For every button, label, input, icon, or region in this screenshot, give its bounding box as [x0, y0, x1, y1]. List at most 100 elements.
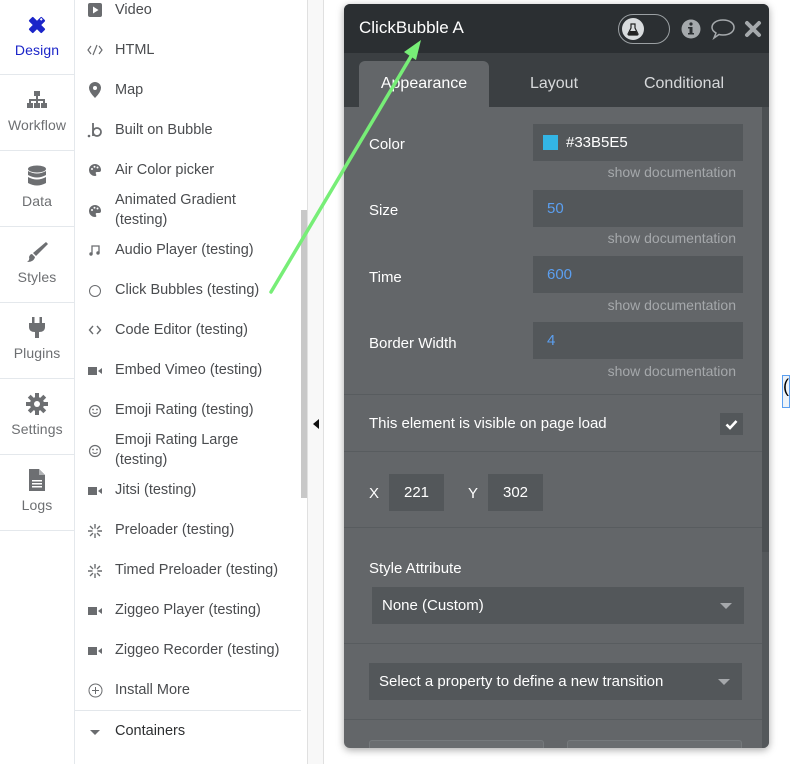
panel-gutter	[307, 0, 324, 764]
separator	[344, 643, 762, 644]
element-list: Video HTML Map Built on Bubble Air Color…	[75, 0, 307, 764]
time-label: Time	[369, 269, 402, 286]
flask-icon	[622, 18, 644, 40]
border-width-value: 4	[547, 332, 556, 349]
chevron-down-icon	[720, 603, 732, 609]
transition-property-dropdown[interactable]: Select a property to define a new transi…	[369, 663, 742, 700]
nav-design[interactable]: Design	[0, 0, 74, 75]
size-field[interactable]: 50	[533, 190, 743, 227]
nav-workflow[interactable]: Workflow	[0, 75, 74, 151]
list-divider	[75, 710, 301, 711]
visible-on-load-label: This element is visible on page load	[369, 415, 607, 432]
element-item-timed-preloader[interactable]: Timed Preloader (testing)	[75, 560, 301, 580]
smiley-icon	[87, 443, 103, 459]
info-icon[interactable]	[680, 18, 702, 40]
border-width-label: Border Width	[369, 335, 457, 352]
property-editor-scrollbar[interactable]	[762, 107, 769, 748]
element-item-click-bubbles[interactable]: Click Bubbles (testing)	[75, 280, 301, 300]
collapse-palette-arrow-icon[interactable]	[313, 419, 319, 429]
style-attribute-label: Style Attribute	[369, 560, 462, 577]
video-camera-icon	[87, 603, 103, 619]
element-item-emoji-rating[interactable]: Emoji Rating (testing)	[75, 400, 301, 420]
element-item-embed-vimeo[interactable]: Embed Vimeo (testing)	[75, 360, 301, 380]
separator	[344, 451, 762, 452]
property-tabs: Appearance Layout Conditional	[344, 53, 769, 107]
size-label: Size	[369, 202, 399, 219]
color-label: Color	[369, 136, 405, 153]
show-documentation-link[interactable]: show documentation	[608, 164, 736, 180]
video-camera-icon	[87, 483, 103, 499]
plug-icon	[26, 317, 48, 339]
nav-settings-label: Settings	[11, 421, 63, 437]
time-field[interactable]: 600	[533, 256, 743, 293]
element-item-audio-player[interactable]: Audio Player (testing)	[75, 240, 301, 260]
canvas-element-fragment[interactable]: (	[782, 375, 790, 408]
scrollbar-thumb[interactable]	[762, 107, 769, 552]
comment-icon[interactable]	[710, 18, 736, 40]
nav-settings[interactable]: Settings	[0, 379, 74, 455]
nav-plugins-label: Plugins	[13, 345, 61, 361]
appearance-tab-content: Color #33B5E5 show documentation Size 50…	[344, 107, 762, 748]
section-containers[interactable]: Containers	[75, 721, 301, 741]
element-item-animated-gradient[interactable]: Animated Gradient (testing)	[75, 190, 301, 230]
element-item-preloader[interactable]: Preloader (testing)	[75, 520, 301, 540]
property-editor: ClickBubble A Appearance Layout Conditio…	[344, 4, 769, 748]
close-icon[interactable]	[742, 18, 764, 40]
element-item-built-on-bubble[interactable]: Built on Bubble	[75, 120, 301, 140]
bubble-logo-icon	[87, 122, 103, 138]
circle-icon	[87, 283, 103, 299]
element-name[interactable]: ClickBubble A	[359, 18, 464, 38]
tab-appearance[interactable]: Appearance	[359, 61, 489, 107]
palette-icon	[87, 203, 103, 219]
left-nav: Design Workflow Data Styles Plugins Sett…	[0, 0, 75, 764]
nav-data-label: Data	[22, 193, 52, 209]
test-mode-toggle[interactable]	[618, 14, 670, 44]
show-documentation-link[interactable]: show documentation	[608, 297, 736, 313]
border-width-field[interactable]: 4	[533, 322, 743, 359]
time-value: 600	[547, 266, 573, 283]
plus-circle-icon	[87, 682, 103, 698]
element-item-map[interactable]: Map	[75, 80, 301, 100]
spinner-icon	[87, 563, 103, 579]
transition-placeholder: Select a property to define a new transi…	[379, 673, 664, 690]
element-item-air-color-picker[interactable]: Air Color picker	[75, 160, 301, 180]
nav-logs[interactable]: Logs	[0, 455, 74, 531]
palette-icon	[87, 162, 103, 178]
element-item-jitsi[interactable]: Jitsi (testing)	[75, 480, 301, 500]
element-item-html[interactable]: HTML	[75, 40, 301, 60]
tab-conditional[interactable]: Conditional	[619, 61, 749, 107]
nav-design-label: Design	[14, 42, 60, 58]
map-pin-icon	[87, 82, 103, 98]
visible-on-load-checkbox[interactable]	[720, 413, 743, 435]
nav-data[interactable]: Data	[0, 151, 74, 227]
code-brackets-icon	[87, 322, 103, 338]
color-field[interactable]: #33B5E5	[533, 124, 743, 161]
tab-layout[interactable]: Layout	[489, 61, 619, 107]
database-icon	[26, 165, 48, 187]
install-more-button[interactable]: Install More	[75, 680, 301, 700]
workflow-icon	[26, 89, 48, 111]
smiley-icon	[87, 403, 103, 419]
design-icon	[26, 14, 48, 36]
show-documentation-link[interactable]: show documentation	[608, 363, 736, 379]
property-editor-header[interactable]: ClickBubble A	[344, 4, 769, 53]
gear-icon	[26, 393, 48, 415]
element-item-emoji-rating-large[interactable]: Emoji Rating Large (testing)	[75, 430, 301, 470]
element-item-code-editor[interactable]: Code Editor (testing)	[75, 320, 301, 340]
separator	[344, 394, 762, 395]
video-play-icon	[87, 2, 103, 18]
style-attribute-dropdown[interactable]: None (Custom)	[372, 587, 744, 624]
style-attribute-value: None (Custom)	[382, 597, 484, 614]
bottom-button-right[interactable]	[567, 740, 742, 748]
nav-plugins[interactable]: Plugins	[0, 303, 74, 379]
element-item-ziggeo-player[interactable]: Ziggeo Player (testing)	[75, 600, 301, 620]
video-camera-icon	[87, 363, 103, 379]
element-item-ziggeo-recorder[interactable]: Ziggeo Recorder (testing)	[75, 640, 301, 660]
y-coordinate-input[interactable]: 302	[488, 474, 543, 511]
color-swatch[interactable]	[543, 135, 558, 150]
show-documentation-link[interactable]: show documentation	[608, 230, 736, 246]
element-item-video[interactable]: Video	[75, 0, 301, 20]
x-coordinate-input[interactable]: 221	[389, 474, 444, 511]
bottom-button-left[interactable]	[369, 740, 544, 748]
nav-styles[interactable]: Styles	[0, 227, 74, 303]
